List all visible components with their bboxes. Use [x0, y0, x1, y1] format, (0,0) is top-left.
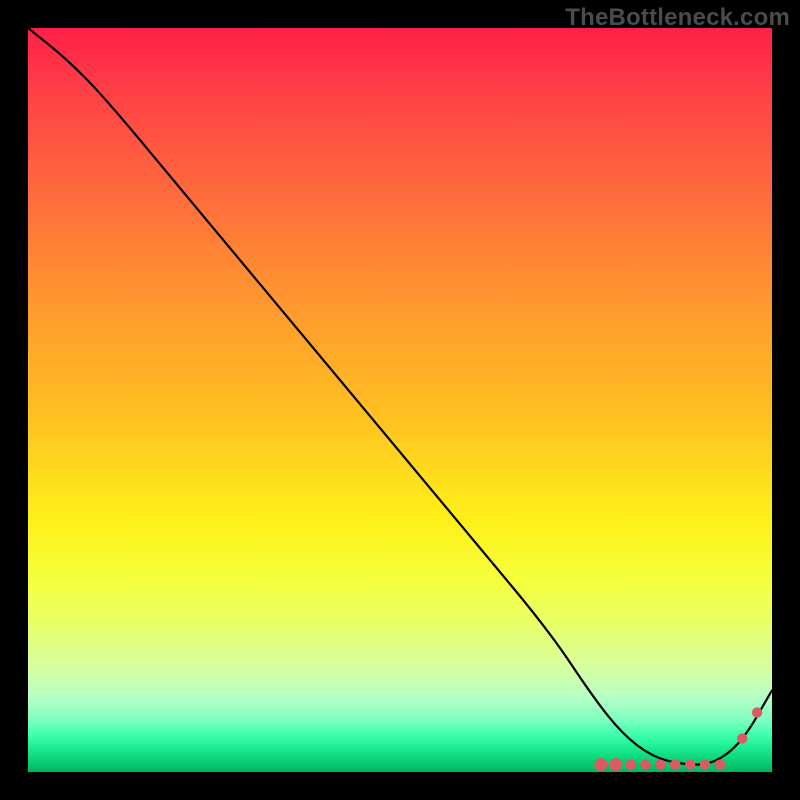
optimal-dot [700, 759, 710, 769]
optimal-dot [670, 759, 680, 769]
optimal-dot [715, 759, 725, 769]
optimal-dot [609, 758, 622, 771]
optimal-dot [655, 759, 665, 769]
optimal-dot [625, 759, 635, 769]
chart-frame: TheBottleneck.com [0, 0, 800, 800]
plot-area [28, 28, 772, 772]
optimal-dot [594, 758, 607, 771]
optimal-range-dots [594, 707, 762, 771]
curve-overlay [28, 28, 772, 772]
optimal-dot [640, 759, 650, 769]
optimal-dot [737, 733, 747, 743]
bottleneck-curve [28, 28, 772, 765]
watermark-text: TheBottleneck.com [565, 4, 790, 32]
optimal-dot [685, 759, 695, 769]
optimal-dot [752, 707, 762, 717]
